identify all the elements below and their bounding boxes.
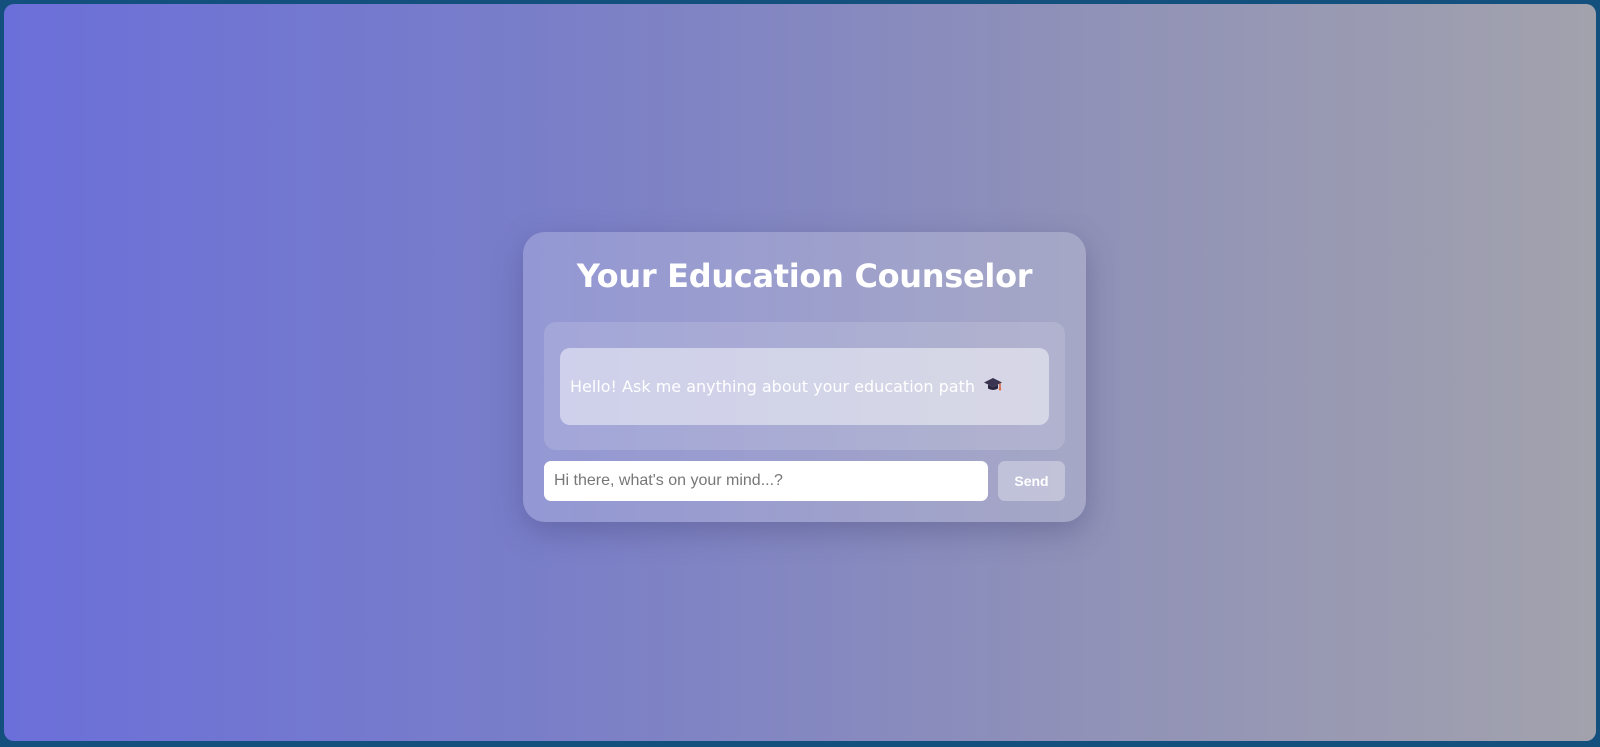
chat-card: Your Education Counselor Hello! Ask me a… — [523, 232, 1086, 522]
graduation-cap-icon — [983, 376, 1003, 398]
composer: Send — [544, 461, 1065, 501]
chat-history[interactable]: Hello! Ask me anything about your educat… — [544, 322, 1065, 450]
page-title: Your Education Counselor — [576, 257, 1033, 295]
send-button[interactable]: Send — [998, 461, 1065, 501]
bot-message: Hello! Ask me anything about your educat… — [560, 348, 1049, 425]
message-text: Hello! Ask me anything about your educat… — [570, 377, 976, 396]
app-background: Your Education Counselor Hello! Ask me a… — [4, 4, 1596, 741]
message-input[interactable] — [544, 461, 988, 501]
